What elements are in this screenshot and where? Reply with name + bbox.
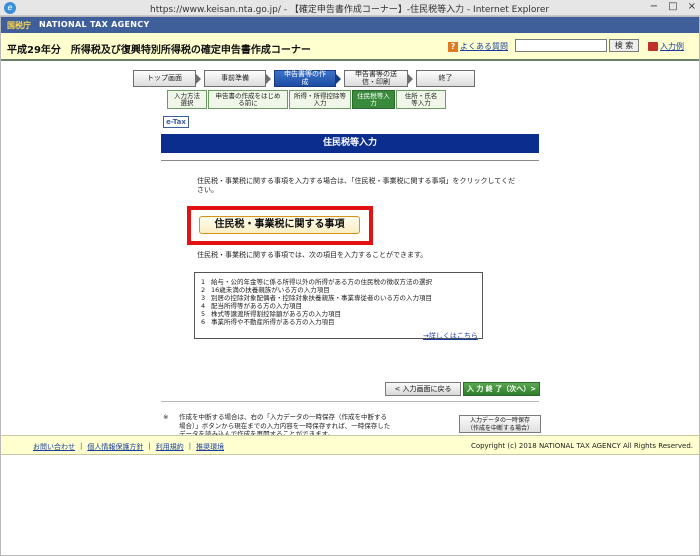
step-top: トップ画面 bbox=[133, 70, 201, 87]
minimize-icon[interactable]: − bbox=[650, 1, 658, 12]
agency-bar: 国税庁 NATIONAL TAX AGENCY bbox=[1, 17, 699, 33]
agency-logo[interactable]: 国税庁 bbox=[7, 20, 31, 31]
finish-input-next-button[interactable]: 入 力 終 了（次へ）> bbox=[463, 382, 540, 396]
substep-address-name: 住所・氏名等入力 bbox=[396, 90, 446, 109]
step-label: 終了 bbox=[438, 73, 453, 82]
footer-separator: | bbox=[148, 442, 151, 450]
substep-label: 所得・所得控除等入力 bbox=[294, 91, 346, 107]
footer-separator: | bbox=[188, 442, 192, 450]
maximize-icon[interactable]: □ bbox=[668, 1, 677, 12]
section-title: 住民税等入力 bbox=[161, 134, 539, 153]
save-button-line2: （作成を中断する場合） bbox=[466, 425, 533, 432]
footer-links: お問い合わせ | 個人情報保護方針 | 利用規約 | 推奨環境 bbox=[33, 442, 224, 452]
example-label: 入力例 bbox=[660, 42, 684, 51]
etax-badge: e-Tax bbox=[163, 116, 189, 128]
substep-label: 住所・氏名等入力 bbox=[404, 91, 438, 107]
step-send-print: 申告書等の送信・印刷 bbox=[344, 70, 413, 87]
close-icon[interactable]: × bbox=[688, 1, 696, 12]
substep-input-method: 入力方法選択 bbox=[167, 90, 207, 109]
page-title: 平成29年分 所得税及び復興特別所得税の確定申告書作成コーナー bbox=[7, 45, 311, 56]
back-to-input-button[interactable]: < 入力画面に戻る bbox=[385, 382, 461, 396]
question-icon: ? bbox=[448, 41, 458, 52]
step-label: 事前準備 bbox=[221, 73, 249, 82]
step-label: 申告書等の送信・印刷 bbox=[355, 70, 397, 86]
step-preparation: 事前準備 bbox=[204, 70, 271, 87]
divider bbox=[161, 160, 539, 161]
list-item: 1 給与・公的年金等に係る所得以外の所得がある方の住民税の徴収方法の選択 bbox=[201, 278, 432, 286]
step-finish: 終了 bbox=[416, 70, 475, 87]
example-link[interactable]: 入力例 bbox=[648, 41, 684, 52]
internet-explorer-icon: e bbox=[4, 2, 16, 14]
list-item: 4 配当所得等がある方の入力項目 bbox=[201, 302, 302, 310]
divider bbox=[161, 401, 539, 402]
list-item: 3 別居の控除対象配偶者・控除対象扶養親族・事業専従者のいる方の入力項目 bbox=[201, 294, 432, 302]
agency-name: NATIONAL TAX AGENCY bbox=[39, 20, 150, 29]
note-mark: ※ bbox=[163, 413, 169, 421]
details-link[interactable]: →詳しくはこちら bbox=[423, 331, 478, 341]
step-label: トップ画面 bbox=[147, 73, 182, 82]
step-create: 申告書等の作成 bbox=[274, 70, 341, 87]
substep-before-start: 申告書の作成をはじめる前に bbox=[208, 90, 288, 109]
privacy-policy-link[interactable]: 個人情報保護方針 bbox=[87, 442, 143, 452]
contact-link[interactable]: お問い合わせ bbox=[33, 442, 75, 452]
substep-resident-tax: 住民税等入力 bbox=[352, 90, 395, 109]
list-item: 2 16歳未満の扶養親族がいる方の入力項目 bbox=[201, 286, 330, 294]
save-button-line1: 入力データの一時保存 bbox=[469, 417, 530, 424]
substep-label: 住民税等入力 bbox=[357, 91, 390, 107]
terms-link[interactable]: 利用規約 bbox=[156, 442, 184, 452]
search-input[interactable] bbox=[515, 39, 607, 52]
temporary-save-button[interactable]: 入力データの一時保存 （作成を中断する場合） bbox=[459, 415, 541, 433]
step-label: 申告書等の作成 bbox=[284, 70, 326, 86]
faq-label: よくある質問 bbox=[460, 42, 508, 51]
substep-income-deduction: 所得・所得控除等入力 bbox=[289, 90, 351, 109]
page-header: 平成29年分 所得税及び復興特別所得税の確定申告書作成コーナー ? よくある質問… bbox=[1, 33, 699, 61]
page-footer: お問い合わせ | 個人情報保護方針 | 利用規約 | 推奨環境 Copyrigh… bbox=[1, 435, 699, 455]
items-intro-text: 住民税・事業税に関する事項では、次の項目を入力することができます。 bbox=[197, 251, 428, 259]
items-list-box: 1 給与・公的年金等に係る所得以外の所得がある方の住民税の徴収方法の選択 2 16歳… bbox=[194, 272, 483, 341]
list-item: 5 株式等譲渡所得割控除額がある方の入力項目 bbox=[201, 310, 341, 318]
instruction-text: 住民税・事業税に関する事項を入力する場合は、「住民税・事業税に関する事項」をクリ… bbox=[197, 177, 516, 194]
footer-separator: | bbox=[80, 442, 83, 450]
search-button[interactable]: 検 索 bbox=[609, 39, 639, 52]
recommended-env-link[interactable]: 推奨環境 bbox=[196, 442, 224, 452]
list-item: 6 事業所得や不動産所得がある方の入力項目 bbox=[201, 318, 335, 326]
book-icon bbox=[648, 42, 658, 51]
window-controls: − □ × bbox=[650, 1, 696, 12]
items-list: 1 給与・公的年金等に係る所得以外の所得がある方の住民税の徴収方法の選択 2 16歳… bbox=[201, 278, 432, 326]
substep-label: 申告書の作成をはじめる前に bbox=[215, 91, 281, 107]
window-title: https://www.keisan.nta.go.jp/ - 【確定申告書作成… bbox=[150, 5, 550, 15]
substep-label: 入力方法選択 bbox=[174, 91, 200, 107]
copyright: Copyright (c) 2018 NATIONAL TAX AGENCY A… bbox=[470, 442, 693, 450]
faq-link[interactable]: ? よくある質問 bbox=[448, 41, 508, 52]
window-titlebar: e https://www.keisan.nta.go.jp/ - 【確定申告書… bbox=[0, 0, 700, 16]
resident-tax-button[interactable]: 住民税・事業税に関する事項 bbox=[199, 216, 360, 234]
browser-content: 国税庁 NATIONAL TAX AGENCY 平成29年分 所得税及び復興特別… bbox=[0, 16, 700, 556]
